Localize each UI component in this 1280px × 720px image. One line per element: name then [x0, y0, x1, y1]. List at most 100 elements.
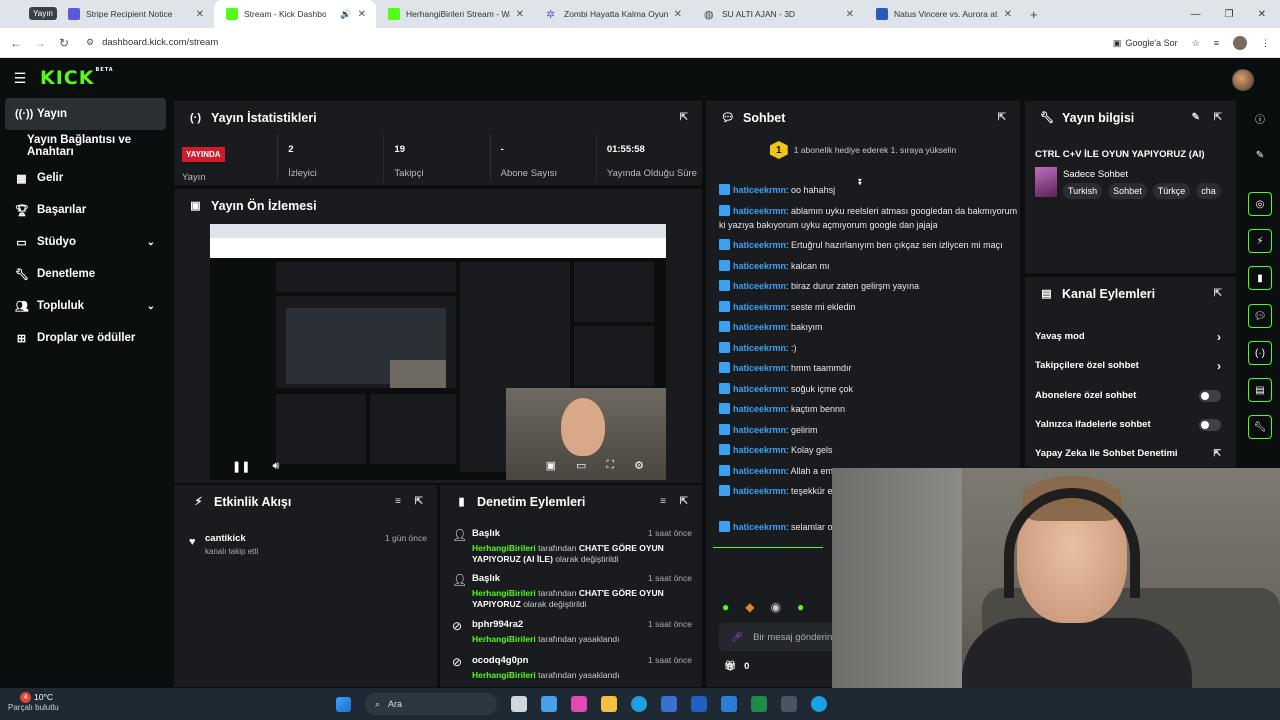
chat-username[interactable]: haticeekrmn — [733, 363, 786, 373]
sidebar-item-topluluk[interactable]: 👥︎ Topluluk ⌄ — [0, 290, 172, 322]
chevron-right-icon[interactable]: › — [1217, 330, 1221, 344]
close-window-icon[interactable]: ✕ — [1258, 9, 1266, 20]
tab-navi[interactable]: Natus Vincere vs. Aurora at IEM ✕ — [864, 0, 1022, 28]
emote-icon[interactable]: ● — [797, 600, 804, 614]
pause-icon[interactable]: ❚❚ — [232, 460, 250, 473]
tab-stripe[interactable]: Stripe Recipient Notice ✕ — [56, 0, 214, 28]
file-explorer-icon[interactable] — [601, 696, 617, 712]
mod-user[interactable]: HerhangiBirileri — [472, 634, 536, 644]
chevron-right-icon[interactable]: › — [1217, 359, 1221, 373]
tag[interactable]: Turkish — [1063, 183, 1103, 199]
copilot-icon[interactable] — [571, 696, 587, 712]
channel-action-followers-only[interactable]: Takipçilere özel sohbet › — [1035, 359, 1221, 373]
close-icon[interactable]: ✕ — [1004, 9, 1012, 20]
channel-action-slow-mode[interactable]: Yavaş mod › — [1035, 330, 1221, 344]
kick-logo[interactable]: KICKBETA — [40, 67, 114, 89]
bolt-icon[interactable]: ⚡︎ — [1248, 229, 1272, 253]
chevron-down-icon[interactable]: ⌄ — [147, 301, 155, 312]
emote-icon[interactable]: ◉ — [770, 600, 780, 614]
vscode-icon[interactable] — [721, 696, 737, 712]
close-icon[interactable]: ✕ — [358, 9, 366, 20]
tag[interactable]: cha — [1196, 183, 1221, 199]
chat-username[interactable]: haticeekrmn — [733, 384, 786, 394]
forward-icon[interactable]: → — [28, 36, 52, 50]
sidebar-item-basarilar[interactable]: 🏆︎ Başarılar — [0, 194, 172, 226]
chat-username[interactable]: haticeekrmn — [733, 466, 786, 476]
notes-app-icon[interactable] — [541, 696, 557, 712]
pip-icon[interactable]: ▣ — [546, 459, 556, 472]
wrench-icon[interactable]: 🔧︎ — [1248, 415, 1272, 439]
bookmark-star-icon[interactable]: ☆ — [1192, 38, 1200, 49]
chevron-down-icon[interactable]: ⌄ — [147, 237, 155, 248]
excel-icon[interactable] — [751, 696, 767, 712]
target-icon[interactable]: ◎ — [1248, 192, 1272, 216]
tag[interactable]: Sohbet — [1108, 183, 1147, 199]
hamburger-menu-icon[interactable]: ☰ — [0, 70, 40, 87]
chat-username[interactable]: haticeekrmn — [733, 425, 786, 435]
mod-user[interactable]: HerhangiBirileri — [472, 543, 536, 553]
info-icon[interactable]: ⓘ — [1248, 106, 1272, 130]
url-field[interactable]: ⚙ dashboard.kick.com/stream — [86, 37, 218, 48]
emote-only-toggle[interactable] — [1199, 418, 1221, 431]
emote-icon[interactable]: ● — [722, 600, 729, 614]
popout-icon[interactable]: ⇱ — [1214, 112, 1222, 123]
close-icon[interactable]: ✕ — [516, 9, 524, 20]
popout-icon[interactable]: ⇱ — [680, 496, 688, 507]
clipboard-icon[interactable]: ▮ — [1248, 266, 1272, 290]
gift-icon[interactable]: 🎁︎ — [724, 661, 736, 672]
chat-username[interactable]: haticeekrmn — [733, 206, 786, 216]
theater-icon[interactable]: ▭ — [576, 459, 586, 472]
reading-list-icon[interactable]: ≡ — [1214, 38, 1219, 48]
sidebar-item-droplar[interactable]: ⊞ Droplar ve ödüller — [0, 322, 172, 354]
chat-username[interactable]: haticeekrmn — [733, 261, 786, 271]
mic-icon[interactable]: 🎤︎ — [731, 632, 743, 643]
close-icon[interactable]: ✕ — [196, 9, 204, 20]
chat-username[interactable]: haticeekrmn — [733, 486, 786, 496]
popout-icon[interactable]: ⇱ — [415, 496, 423, 507]
tab-herhangibirileri[interactable]: HerhangiBirileri Stream - Watch ✕ — [376, 0, 534, 28]
chat-username[interactable]: haticeekrmn — [733, 522, 786, 532]
minimize-icon[interactable]: — — [1191, 9, 1201, 20]
speaker-icon[interactable]: 🔊 — [340, 9, 351, 20]
edit-pencil-icon[interactable]: ✎ — [1248, 143, 1272, 167]
category-name[interactable]: Sadece Sohbet — [1063, 169, 1128, 180]
chat-username[interactable]: haticeekrmn — [733, 445, 786, 455]
outlook-icon[interactable] — [691, 696, 707, 712]
close-icon[interactable]: ✕ — [674, 9, 682, 20]
reload-icon[interactable]: ↻ — [52, 36, 76, 50]
taskbar-search[interactable]: ⌕ Ara — [365, 693, 497, 715]
edit-pencil-icon[interactable]: ✎ — [1192, 112, 1200, 123]
tab-su-alti[interactable]: ◍ SU ALTI AJAN - 3D ✕ — [692, 0, 864, 28]
popout-icon[interactable]: ⇱ — [1214, 288, 1222, 299]
subs-only-toggle[interactable] — [1199, 389, 1221, 402]
store-icon[interactable] — [661, 696, 677, 712]
chat-username[interactable]: haticeekrmn — [733, 240, 786, 250]
sub-gift-notice[interactable]: 1 1 abonelik hediye ederek 1. sıraya yük… — [706, 141, 1020, 159]
popout-icon[interactable]: ⇱ — [998, 112, 1006, 123]
new-tab-button[interactable]: + — [1030, 7, 1038, 22]
chat-bubble-icon[interactable]: 💬︎ — [1248, 304, 1272, 328]
windows-start-icon[interactable] — [336, 696, 351, 712]
sidebar-item-gelir[interactable]: ▦ Gelir — [0, 162, 172, 194]
tab-kick-dashboard[interactable]: Stream - Kick Dashboard 🔊 ✕ — [214, 0, 376, 28]
channel-action-subs-only[interactable]: Abonelere özel sohbet — [1035, 389, 1221, 402]
popout-icon[interactable]: ⇱ — [680, 112, 688, 123]
mod-user[interactable]: HerhangiBirileri — [472, 588, 536, 598]
edge-browser-icon[interactable] — [631, 696, 647, 712]
google-sor-button[interactable]: ▣ Google'a Sor — [1113, 38, 1178, 49]
user-avatar[interactable] — [1232, 69, 1254, 91]
channel-list-icon[interactable]: ▤ — [1248, 378, 1272, 402]
menu-dots-icon[interactable]: ⋮ — [1261, 38, 1270, 49]
category-thumbnail[interactable] — [1035, 167, 1057, 197]
filter-icon[interactable]: ≡ — [395, 496, 401, 507]
weather-widget[interactable]: 4 10°C Parçalı bulutlu — [8, 692, 59, 712]
broadcast-icon[interactable]: (·) — [1248, 341, 1272, 365]
chat-username[interactable]: haticeekrmn — [733, 343, 786, 353]
maximize-icon[interactable]: ❐ — [1225, 9, 1234, 20]
chat-username[interactable]: haticeekrmn — [733, 185, 786, 195]
tab-zombi[interactable]: ✲ Zombi Hayatta Kalma Oyunu G... ✕ — [534, 0, 692, 28]
profile-badge[interactable]: Yayın — [29, 7, 57, 20]
chat-username[interactable]: haticeekrmn — [733, 404, 786, 414]
sidebar-item-stream-key[interactable]: Yayın Bağlantısı ve Anahtarı — [0, 130, 172, 162]
chat-username[interactable]: haticeekrmn — [733, 302, 786, 312]
